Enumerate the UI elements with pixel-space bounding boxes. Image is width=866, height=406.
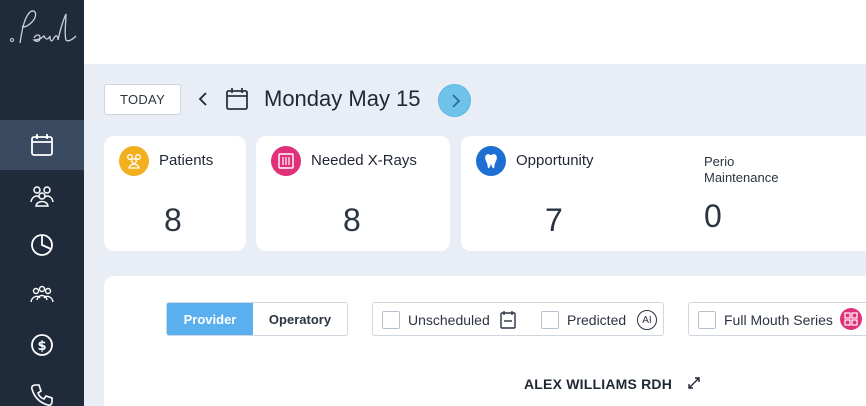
schedule-filter-group: Unscheduled Predicted AI xyxy=(372,302,664,336)
sidebar: $ xyxy=(0,0,84,406)
next-day-button[interactable] xyxy=(439,85,470,116)
needed-xrays-card[interactable]: Needed X-Rays 8 xyxy=(256,136,450,251)
predicted-label[interactable]: Predicted xyxy=(567,312,626,328)
ai-badge-text: AI xyxy=(642,314,652,326)
sidebar-item-patients[interactable] xyxy=(0,170,84,220)
operatory-tab[interactable]: Operatory xyxy=(253,303,347,335)
full-mouth-series-icon xyxy=(840,308,862,330)
opportunity-count: 7 xyxy=(545,202,563,238)
unscheduled-checkbox[interactable] xyxy=(382,311,400,329)
provider-tab[interactable]: Provider xyxy=(167,303,253,335)
team-icon xyxy=(30,285,54,303)
provider-column-header: ALEX WILLIAMS RDH xyxy=(524,376,673,392)
perio-count: 0 xyxy=(704,198,722,234)
chevron-right-icon xyxy=(451,93,460,108)
sidebar-item-billing[interactable]: $ xyxy=(0,320,84,370)
view-toggle: Provider Operatory xyxy=(166,302,348,336)
svg-text:$: $ xyxy=(37,339,46,354)
patients-group-icon xyxy=(30,186,54,207)
expand-icon[interactable] xyxy=(687,376,701,390)
schedule-panel xyxy=(104,276,866,406)
full-mouth-series-label[interactable]: Full Mouth Series xyxy=(724,312,833,328)
perio-label-line1: Perio xyxy=(704,154,735,169)
calendar-icon xyxy=(31,134,53,156)
patients-card[interactable]: Patients 8 xyxy=(104,136,246,251)
sidebar-item-team[interactable] xyxy=(0,270,84,320)
phone-icon xyxy=(30,384,53,406)
tooth-icon xyxy=(476,146,506,176)
patients-icon xyxy=(119,146,149,176)
patients-label: Patients xyxy=(159,152,214,169)
perio-label-line2: Maintenance xyxy=(704,170,779,185)
full-mouth-series-checkbox[interactable] xyxy=(698,311,716,329)
pie-chart-icon xyxy=(31,234,53,256)
opportunity-card[interactable]: Opportunity 7 Perio Maintenance 0 xyxy=(461,136,866,251)
patients-count: 8 xyxy=(164,202,182,238)
opportunity-label: Opportunity xyxy=(516,152,594,169)
date-picker-button[interactable] xyxy=(225,86,249,112)
today-button[interactable]: TODAY xyxy=(104,84,181,115)
date-title: Monday May 15 xyxy=(264,86,421,111)
calendar-list-icon xyxy=(500,311,516,329)
xray-filter-group: Full Mouth Series xyxy=(688,302,866,336)
calendar-icon xyxy=(226,88,248,110)
sidebar-item-phone[interactable] xyxy=(0,370,84,406)
previous-day-button[interactable] xyxy=(193,86,213,112)
sidebar-item-calendar[interactable] xyxy=(0,120,84,170)
needed-xrays-label: Needed X-Rays xyxy=(311,152,417,169)
xray-icon xyxy=(271,146,301,176)
sidebar-item-reports[interactable] xyxy=(0,220,84,270)
chevron-left-icon xyxy=(198,92,207,106)
pearl-logo[interactable] xyxy=(0,0,84,70)
unscheduled-label[interactable]: Unscheduled xyxy=(408,312,490,328)
dollar-icon: $ xyxy=(31,334,53,356)
ai-badge-icon: AI xyxy=(637,310,657,330)
needed-xrays-count: 8 xyxy=(343,202,361,238)
predicted-checkbox[interactable] xyxy=(541,311,559,329)
top-bar xyxy=(84,0,866,64)
